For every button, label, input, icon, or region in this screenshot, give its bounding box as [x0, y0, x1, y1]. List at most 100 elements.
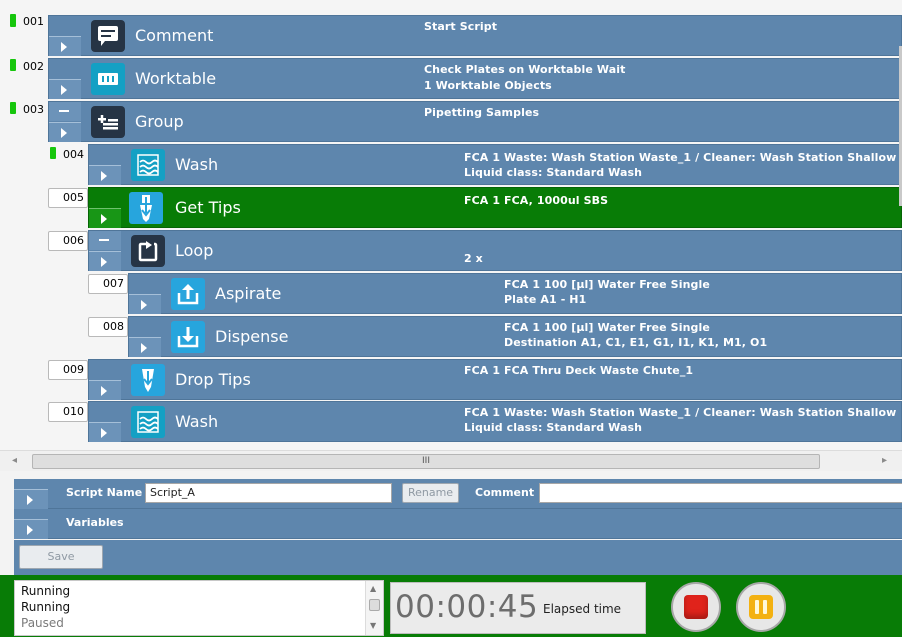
command-detail: Check Plates on Worktable Wait	[424, 63, 626, 76]
command-detail: Plate A1 - H1	[504, 293, 587, 306]
command-bar[interactable]: Worktable Check Plates on Worktable Wait…	[48, 58, 902, 99]
command-detail: Start Script	[424, 20, 498, 33]
script-row-008[interactable]: 008 Dispense FCA 1 100 [µl] Water Free S…	[88, 316, 902, 357]
get-tips-icon	[129, 192, 163, 224]
row-number: 010	[48, 402, 88, 422]
stop-button[interactable]	[671, 582, 721, 632]
save-button[interactable]: Save	[19, 545, 103, 569]
row-number: 009	[48, 360, 88, 380]
stop-icon	[684, 595, 708, 619]
run-status-bar: Running Running Paused ▲ ▼ 00:00:45 Elap…	[0, 575, 902, 637]
command-bar[interactable]: Wash FCA 1 Waste: Wash Station Waste_1 /…	[88, 401, 902, 442]
status-log-scrollbar[interactable]: ▲ ▼	[365, 581, 383, 635]
comment-field[interactable]	[539, 483, 902, 503]
command-label: Get Tips	[175, 198, 241, 217]
command-detail: FCA 1 100 [µl] Water Free Single	[504, 278, 710, 291]
scroll-up-arrow[interactable]: ▲	[370, 584, 376, 593]
command-bar[interactable]: Dispense FCA 1 100 [µl] Water Free Singl…	[128, 316, 902, 357]
command-detail: Liquid class: Standard Wash	[464, 421, 643, 434]
scroll-thumb[interactable]	[369, 599, 380, 611]
script-name-panel: Script Name Script_A Rename Comment	[14, 479, 902, 509]
command-detail: 2 x	[464, 252, 483, 265]
script-name-label: Script Name	[66, 486, 143, 499]
status-log[interactable]: Running Running Paused ▲ ▼	[14, 580, 384, 636]
script-row-001[interactable]: 001 Comment Start Script	[8, 14, 902, 56]
scroll-thumb[interactable]: III	[32, 454, 820, 469]
elapsed-timer: 00:00:45	[395, 589, 539, 625]
expand-button[interactable]	[14, 489, 48, 509]
command-label: Worktable	[135, 69, 217, 88]
command-detail: FCA 1 FCA, 1000ul SBS	[464, 194, 609, 207]
expand-button[interactable]	[129, 337, 161, 357]
command-bar[interactable]: Loop 2 x	[88, 230, 902, 271]
script-row-004[interactable]: 004 Wash FCA 1 Waste: Wash Station Waste…	[48, 144, 902, 185]
expand-button[interactable]	[129, 294, 161, 314]
command-bar-selected[interactable]: Get Tips FCA 1 FCA, 1000ul SBS	[88, 187, 902, 228]
command-label: Wash	[175, 412, 219, 431]
wash-icon	[131, 406, 165, 438]
command-detail: FCA 1 Waste: Wash Station Waste_1 / Clea…	[464, 151, 897, 164]
save-panel: Save	[14, 540, 902, 575]
command-bar[interactable]: Group Pipetting Samples	[48, 101, 902, 142]
collapse-button[interactable]	[89, 231, 121, 250]
command-detail: FCA 1 FCA Thru Deck Waste Chute_1	[464, 364, 694, 377]
expand-button[interactable]	[49, 79, 81, 99]
script-editor: 001 Comment Start Script 002 Worktable C…	[0, 0, 902, 450]
scroll-right-arrow[interactable]: ▸	[882, 455, 887, 466]
expand-button[interactable]	[49, 36, 81, 56]
row-number: 004	[63, 148, 84, 161]
pause-button[interactable]	[736, 582, 786, 632]
status-line: Paused	[21, 616, 64, 630]
row-number: 007	[88, 274, 128, 294]
variables-panel[interactable]: Variables	[14, 509, 902, 539]
row-number: 003	[23, 103, 44, 116]
command-detail: Liquid class: Standard Wash	[464, 166, 643, 179]
command-detail: FCA 1 100 [µl] Water Free Single	[504, 321, 710, 334]
script-row-006[interactable]: 006 Loop 2 x	[48, 230, 902, 271]
elapsed-timer-panel: 00:00:45 Elapsed time	[390, 582, 646, 634]
expand-button[interactable]	[89, 380, 121, 400]
expand-button[interactable]	[89, 251, 121, 271]
pause-icon	[749, 595, 773, 619]
script-row-003[interactable]: 003 Group Pipetting Samples	[8, 101, 902, 142]
worktable-icon	[91, 63, 125, 95]
rename-button[interactable]: Rename	[402, 483, 459, 503]
script-row-002[interactable]: 002 Worktable Check Plates on Worktable …	[8, 58, 902, 99]
command-detail: Destination A1, C1, E1, G1, I1, K1, M1, …	[504, 336, 768, 349]
expand-button[interactable]	[89, 165, 121, 185]
expand-button[interactable]	[89, 422, 121, 442]
row-number: 001	[23, 15, 44, 28]
command-label: Dispense	[215, 327, 289, 346]
status-line: Running	[21, 584, 71, 598]
dispense-icon	[171, 321, 205, 353]
scroll-down-arrow[interactable]: ▼	[370, 621, 376, 630]
app-window: 001 Comment Start Script 002 Worktable C…	[0, 0, 902, 637]
expand-button[interactable]	[89, 208, 121, 228]
command-bar[interactable]: Aspirate FCA 1 100 [µl] Water Free Singl…	[128, 273, 902, 314]
command-label: Comment	[135, 26, 214, 45]
aspirate-icon	[171, 278, 205, 310]
script-row-007[interactable]: 007 Aspirate FCA 1 100 [µl] Water Free S…	[88, 273, 902, 314]
script-row-010[interactable]: 010 Wash FCA 1 Waste: Wash Station Waste…	[48, 401, 902, 442]
wash-icon	[131, 149, 165, 181]
horizontal-scrollbar[interactable]: ◂ III ▸	[0, 450, 902, 471]
group-icon	[91, 106, 125, 138]
row-number: 006	[48, 231, 88, 251]
collapse-button[interactable]	[49, 102, 81, 121]
row-number: 002	[23, 60, 44, 73]
comment-label: Comment	[475, 486, 535, 499]
variables-label: Variables	[66, 516, 124, 529]
elapsed-time-label: Elapsed time	[543, 602, 622, 616]
status-line: Running	[21, 600, 71, 614]
scroll-left-arrow[interactable]: ◂	[12, 455, 17, 466]
script-row-009[interactable]: 009 Drop Tips FCA 1 FCA Thru Deck Waste …	[48, 359, 902, 400]
expand-button[interactable]	[49, 122, 81, 142]
command-bar[interactable]: Drop Tips FCA 1 FCA Thru Deck Waste Chut…	[88, 359, 902, 400]
expand-button[interactable]	[14, 519, 48, 539]
script-name-field[interactable]: Script_A	[145, 483, 392, 503]
loop-icon	[131, 235, 165, 267]
script-row-005[interactable]: 005 Get Tips FCA 1 FCA, 1000ul SBS	[48, 187, 902, 228]
command-bar[interactable]: Comment Start Script	[48, 15, 902, 56]
row-number: 005	[48, 188, 88, 208]
command-bar[interactable]: Wash FCA 1 Waste: Wash Station Waste_1 /…	[88, 144, 902, 185]
